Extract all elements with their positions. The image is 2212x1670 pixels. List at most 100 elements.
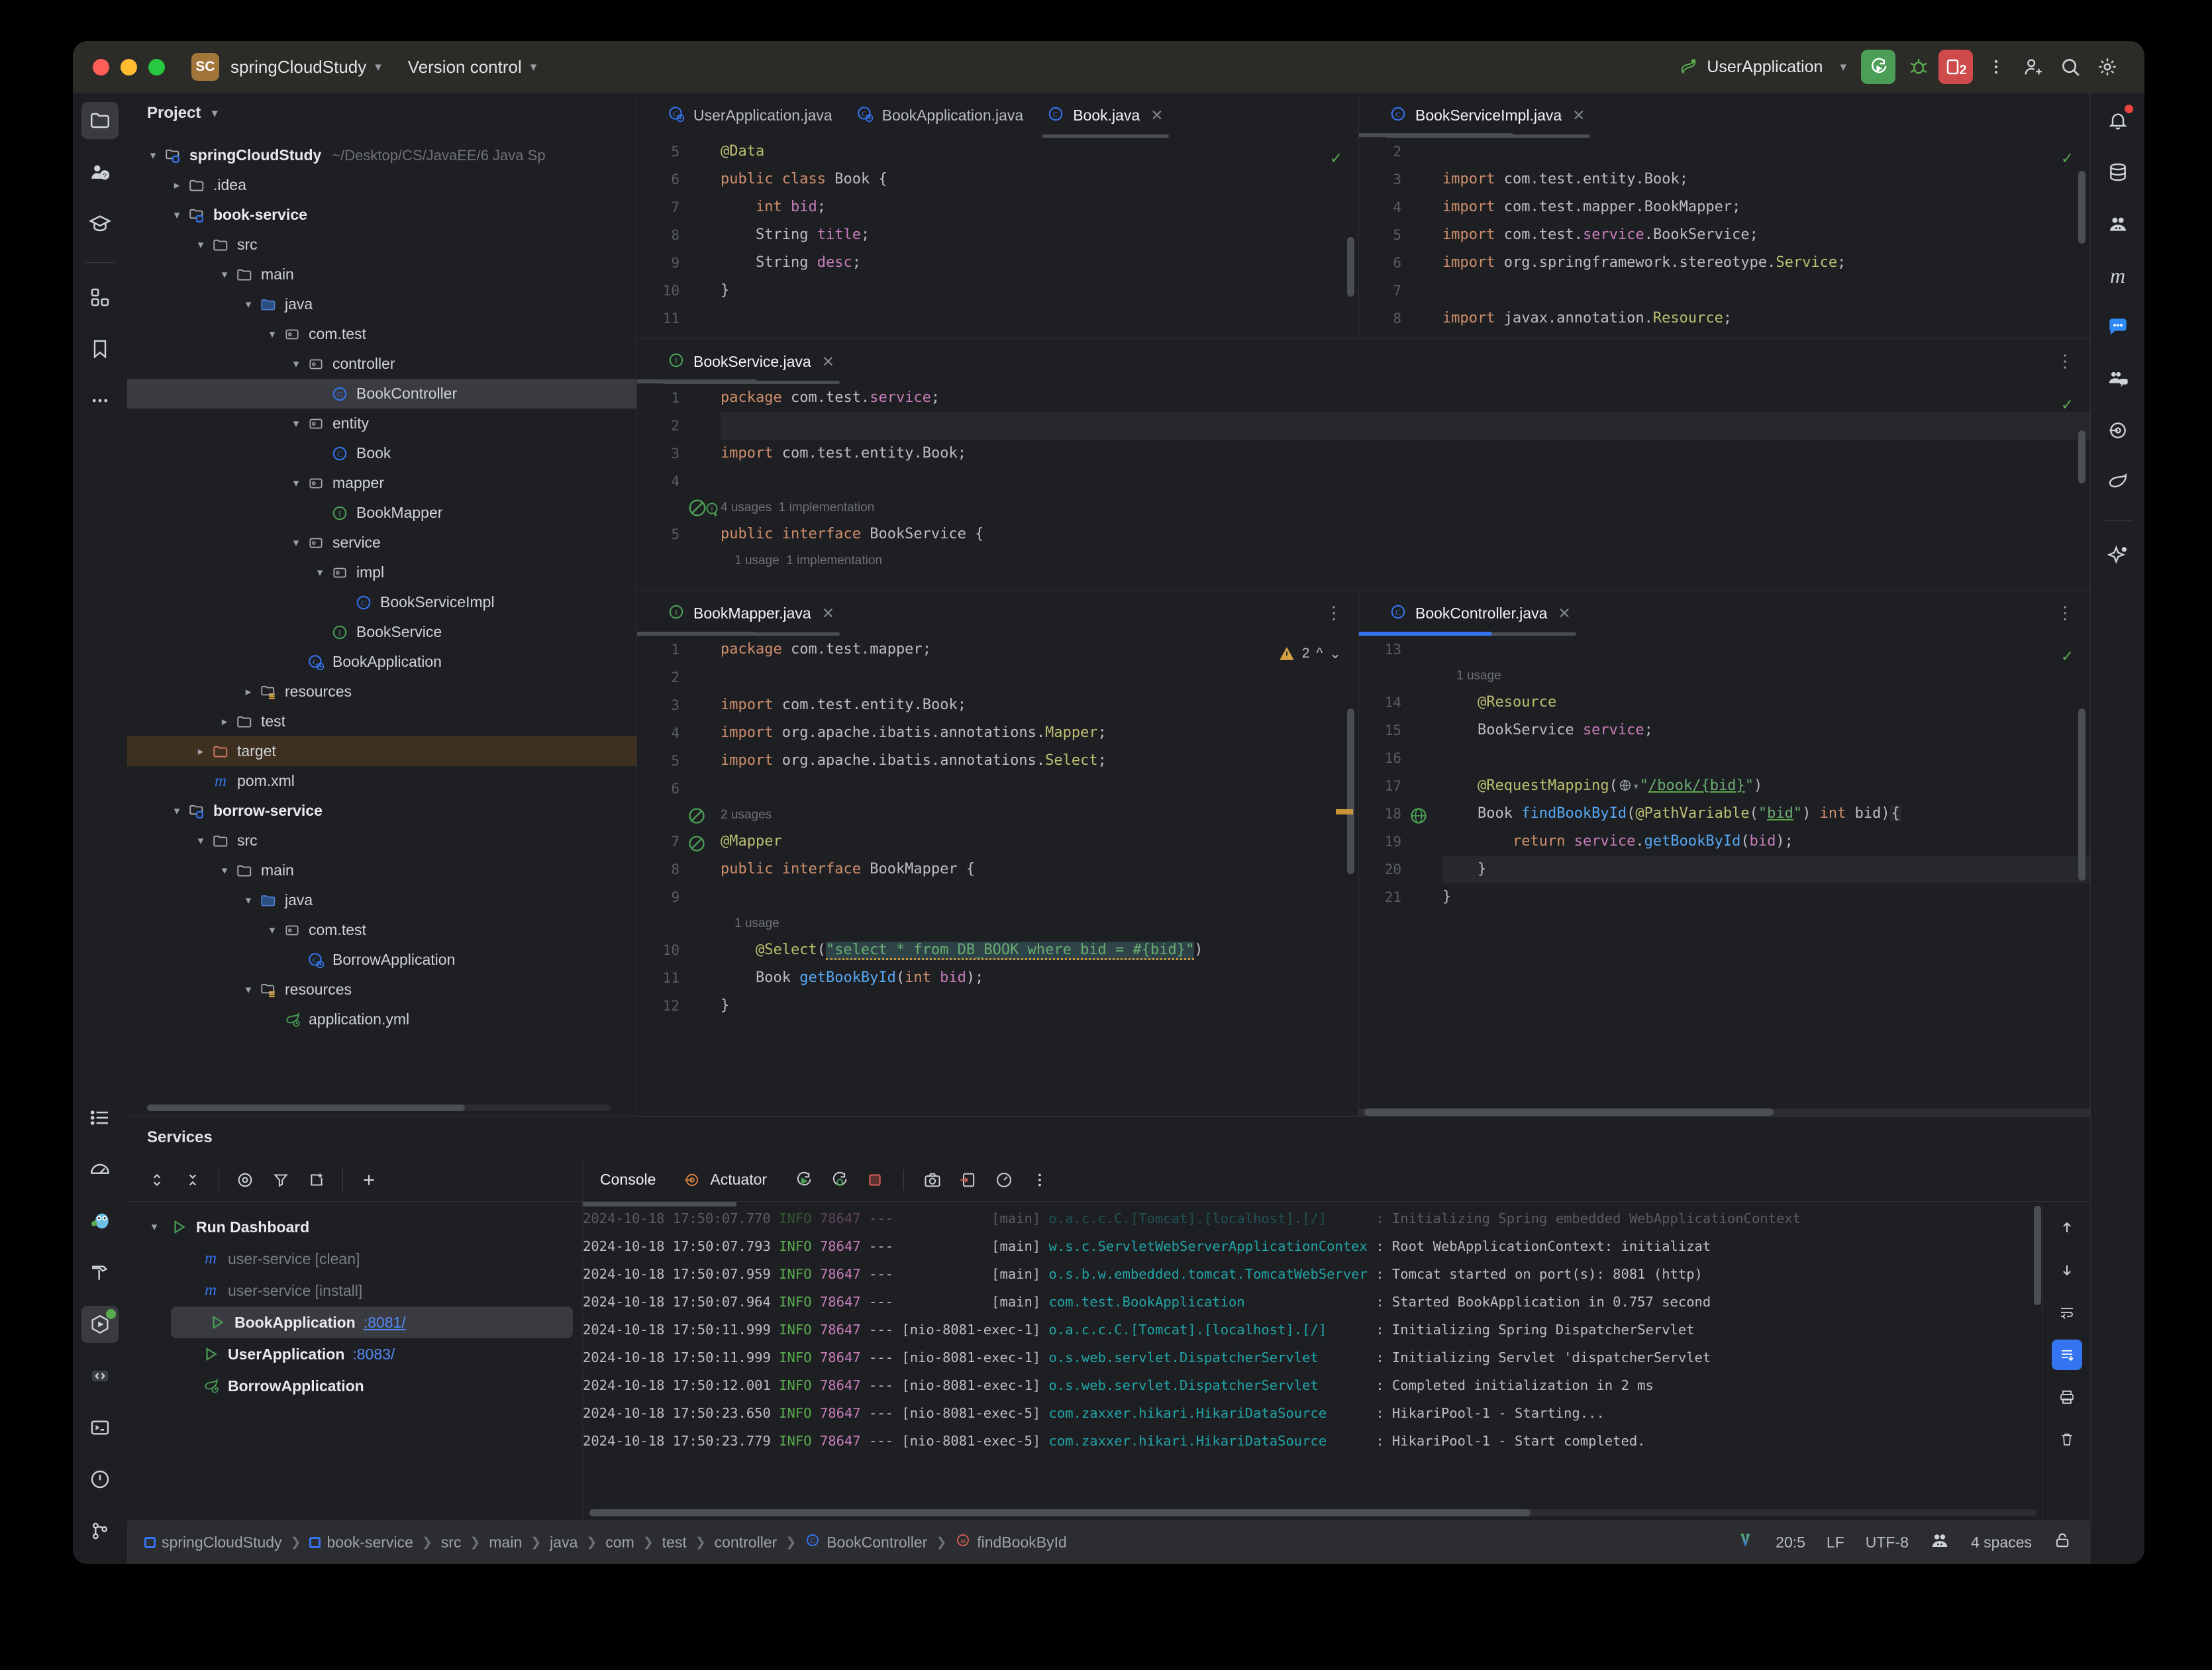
chevron-down-icon[interactable]: ▾ <box>264 328 281 341</box>
project-horizontal-scrollbar[interactable] <box>147 1105 611 1111</box>
editor-tab-bookcontroller-java[interactable]: C BookController.java ✕ <box>1378 591 1583 636</box>
request-mapping-marker-icon[interactable] <box>1409 807 1428 825</box>
inspection-ok-icon[interactable]: ✓ <box>2062 646 2072 666</box>
project-tree-item-com-test[interactable]: ▾ com.test <box>127 319 636 349</box>
close-window-button[interactable] <box>93 58 109 75</box>
code-line[interactable]: @Resource <box>1442 689 2089 716</box>
project-tree-item-service[interactable]: ▾ service <box>127 528 636 558</box>
project-tree-item-pom-xml[interactable]: m pom.xml <box>127 766 636 796</box>
console-log-line[interactable]: 2024-10-18 17:50:23.650 INFO 78647 --- [… <box>583 1399 2042 1427</box>
path-variable-name[interactable]: bid <box>1767 805 1793 822</box>
close-tab-icon[interactable]: ✕ <box>1572 107 1585 124</box>
code-line[interactable]: package com.test.mapper; <box>721 636 1358 663</box>
sidebar-item-build[interactable] <box>81 1254 119 1291</box>
bean-marker-icon[interactable] <box>687 807 706 825</box>
rerun-debug-icon[interactable] <box>821 1162 857 1198</box>
search-icon[interactable] <box>2053 50 2087 84</box>
stop-icon[interactable] <box>857 1162 893 1198</box>
project-tree-item-bookapplication[interactable]: C BookApplication <box>127 647 636 677</box>
code-lines[interactable]: package com.test.mapper; import com.test… <box>721 636 1358 1116</box>
editor-tab-bookserviceimpl-java[interactable]: C BookServiceImpl.java ✕ <box>1378 93 1597 138</box>
code-area-serviceimpl[interactable]: 2345678 import com.test.entity.Book; impo… <box>1359 138 2089 338</box>
chevron-down-icon[interactable]: ▾ <box>168 805 185 818</box>
editor-options-icon[interactable]: ⋮ <box>2056 353 2074 369</box>
sidebar-item-learn[interactable] <box>81 205 119 242</box>
sidebar-item-go[interactable] <box>81 1203 119 1240</box>
breadcrumb-item-com[interactable]: com <box>605 1534 634 1551</box>
editor-options-icon[interactable]: ⋮ <box>1325 605 1342 621</box>
chevron-down-icon[interactable]: ▾ <box>287 536 305 550</box>
project-tree-item-com-test[interactable]: ▾ com.test <box>127 915 636 945</box>
sidebar-item-git[interactable] <box>81 1512 119 1549</box>
log-logger[interactable]: o.s.b.w.embedded.tomcat.TomcatWebServer <box>1049 1266 1368 1282</box>
code-with-me-icon[interactable] <box>2099 360 2137 397</box>
expand-collapse-icon[interactable] <box>139 1162 175 1198</box>
console-horizontal-scrollbar[interactable] <box>589 1509 2037 1516</box>
code-line[interactable]: int bid; <box>721 193 1358 221</box>
code-line[interactable]: import org.apache.ibatis.annotations.Sel… <box>721 747 1358 775</box>
tab-actuator[interactable]: Actuator <box>710 1171 767 1189</box>
console-log-line[interactable]: 2024-10-18 17:50:23.779 INFO 78647 --- [… <box>583 1427 2042 1455</box>
debug-button[interactable] <box>1901 50 1936 84</box>
chevron-down-icon[interactable]: ▾ <box>240 983 257 997</box>
scroll-down-icon[interactable] <box>2052 1255 2082 1285</box>
inlay-usage-hint[interactable]: 4 usages 1 implementation <box>721 495 2089 520</box>
project-tree-item-borrowapplication[interactable]: C BorrowApplication <box>127 945 636 975</box>
settings-gear-icon[interactable] <box>2090 50 2125 84</box>
code-line[interactable]: import com.test.mapper.BookMapper; <box>1442 193 2089 221</box>
code-line[interactable]: } <box>1442 883 2089 911</box>
collapse-all-icon[interactable] <box>175 1162 211 1198</box>
implementation-arrow-icon[interactable]: I <box>703 501 721 518</box>
chevron-down-icon[interactable]: ▾ <box>216 268 233 281</box>
project-tree[interactable]: ▾ springCloudStudy ~/Desktop/CS/JavaEE/6 J… <box>127 134 636 1116</box>
tab-bar-mapper[interactable]: I BookMapper.java ✕ ⋮ <box>637 591 1358 636</box>
minimize-window-button[interactable] <box>121 58 137 75</box>
code-line[interactable] <box>721 412 2089 440</box>
chevron-down-icon[interactable]: ▾ <box>287 358 305 371</box>
code-line[interactable]: String title; <box>721 221 1358 249</box>
editor-options-icon[interactable]: ⋮ <box>2056 605 2074 621</box>
database-icon[interactable] <box>2099 154 2137 191</box>
code-line[interactable]: import com.test.entity.Book; <box>721 440 2089 467</box>
code-line[interactable]: } <box>721 277 1358 305</box>
close-tab-icon[interactable]: ✕ <box>1558 605 1570 622</box>
project-tree-item-test[interactable]: ▸ test <box>127 707 636 736</box>
chevron-right-icon[interactable]: ▸ <box>192 745 209 758</box>
project-tree-item-bookmapper[interactable]: I BookMapper <box>127 498 636 528</box>
project-tree-item-resources[interactable]: ▾ resources <box>127 975 636 1005</box>
tab-bar-serviceimpl[interactable]: C BookServiceImpl.java ✕ <box>1359 93 2089 138</box>
chevron-down-icon[interactable]: ▾ <box>1840 60 1846 75</box>
inlay-usage-hint[interactable]: 1 usage <box>1442 663 2089 689</box>
rerun-icon[interactable] <box>785 1162 821 1198</box>
scroll-to-end-icon[interactable] <box>2051 1340 2082 1370</box>
run-button[interactable] <box>1861 50 1895 84</box>
breadcrumb-item-java[interactable]: java <box>550 1534 578 1551</box>
chevron-down-icon[interactable]: ▾ <box>192 834 209 848</box>
vertical-scrollbar[interactable] <box>1347 237 1354 297</box>
breadcrumb-item-test[interactable]: test <box>662 1534 687 1551</box>
chevron-down-icon[interactable]: ▾ <box>530 60 537 75</box>
vertical-scrollbar[interactable] <box>2078 430 2086 483</box>
close-tab-icon[interactable]: ✕ <box>822 605 834 622</box>
chevron-down-icon[interactable]: ▾ <box>144 1220 164 1234</box>
chevron-right-icon[interactable]: ▸ <box>240 685 257 699</box>
services-toolbar[interactable] <box>127 1158 582 1202</box>
chevron-down-icon[interactable]: ▾ <box>311 566 328 579</box>
inlay-usage-hint[interactable]: 1 usage <box>721 911 1358 936</box>
service-port-link[interactable]: :8083/ <box>352 1346 395 1363</box>
log-logger[interactable]: o.a.c.c.C.[Tomcat].[localhost].[/] <box>1049 1322 1368 1338</box>
chevron-down-icon[interactable]: ▾ <box>240 894 257 907</box>
chat-icon[interactable] <box>2099 309 2137 346</box>
sidebar-item-debug[interactable] <box>81 1357 119 1395</box>
chevron-down-icon[interactable]: ▾ <box>240 298 257 311</box>
code-line[interactable]: import com.test.entity.Book; <box>1442 166 2089 193</box>
inlay-usage-hint[interactable]: 2 usages <box>721 803 1358 828</box>
code-line[interactable]: String desc; <box>721 249 1358 277</box>
code-line[interactable] <box>1442 277 2089 305</box>
sidebar-item-structure[interactable] <box>81 279 119 316</box>
ai-sparkle-icon[interactable] <box>2099 537 2137 574</box>
code-line[interactable]: import javax.annotation.Resource; <box>1442 305 2089 332</box>
code-line[interactable]: public interface BookMapper { <box>721 856 1358 883</box>
next-warning-icon[interactable]: ⌄ <box>1329 646 1341 662</box>
bean-marker-icon[interactable] <box>687 834 706 853</box>
